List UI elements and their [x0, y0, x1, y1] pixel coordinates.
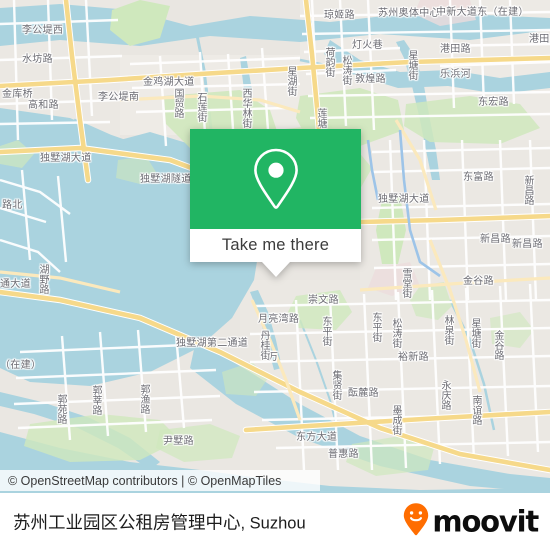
take-me-there-label: Take me there — [221, 236, 330, 254]
map-canvas[interactable]: 李公堤西 水坊路 金库桥 高和路 李公堤南 金鸡湖大道 国贸路 石莲街 西华林街 星湖街 莲塘 琼姬路… — [0, 0, 550, 493]
place-title: 苏州工业园区公租房管理中心, Suzhou — [13, 509, 306, 534]
map-attribution: © OpenStreetMap contributors | © OpenMap… — [0, 470, 320, 491]
place-city: Suzhou — [249, 514, 306, 532]
moovit-map-page: 李公堤西 水坊路 金库桥 高和路 李公堤南 金鸡湖大道 国贸路 石莲街 西华林街 星湖街 莲塘 琼姬路… — [0, 0, 550, 550]
take-me-there-button[interactable]: Take me there — [190, 229, 361, 262]
moovit-pin-smiley-icon — [403, 502, 429, 541]
moovit-wordmark: moovit — [432, 504, 539, 539]
moovit-logo[interactable]: moovit — [403, 502, 539, 541]
attribution-text: © OpenStreetMap contributors | © OpenMap… — [8, 473, 282, 488]
place-separator: , — [240, 514, 250, 532]
popup-pointer-triangle — [261, 262, 290, 277]
place-name: 苏州工业园区公租房管理中心 — [13, 513, 241, 533]
footer-bar: 苏州工业园区公租房管理中心, Suzhou moovit — [0, 493, 550, 550]
map-pin-icon — [248, 146, 304, 212]
location-popup-card[interactable]: Take me there — [190, 129, 361, 277]
footer-watermark — [0, 493, 550, 498]
popup-marker-panel — [190, 129, 361, 229]
